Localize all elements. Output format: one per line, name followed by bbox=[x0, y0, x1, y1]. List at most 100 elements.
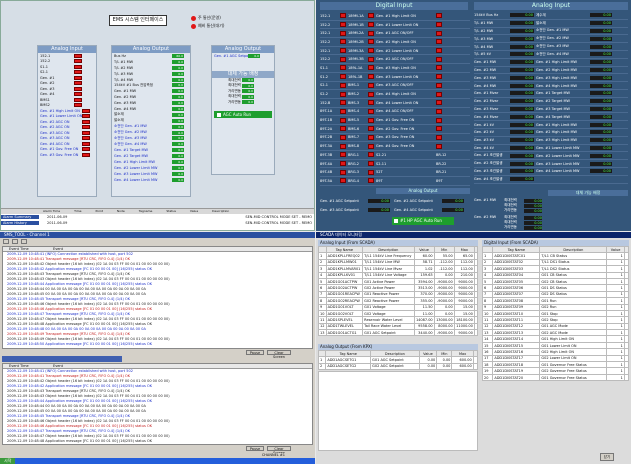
analog-row: Gen. #4 조건발생 0.00 bbox=[474, 176, 628, 184]
ao-value[interactable]: 0.00 bbox=[442, 207, 464, 212]
br-value[interactable]: 0.00 bbox=[524, 220, 542, 225]
clear-screen-button[interactable]: Clear Screen bbox=[267, 350, 291, 359]
status-lamp-icon bbox=[74, 64, 82, 69]
subwindow-title bbox=[2, 356, 122, 362]
q1-input-row: Gen. #3 AGC ON bbox=[38, 130, 96, 136]
alarm-row[interactable]: Alarm History 2011-06-09 SEN-MID CONTROL M… bbox=[1, 220, 314, 226]
row-value: 0.0 bbox=[172, 59, 184, 64]
analog-b: Gen. #1 High Limit MW bbox=[536, 60, 578, 65]
analog-value: 0.00 bbox=[590, 169, 612, 174]
digital-b: BMS-5 bbox=[348, 118, 360, 123]
status-lamp-icon bbox=[436, 39, 442, 45]
digital-extra: BR-21 bbox=[436, 170, 447, 175]
save-icon[interactable] bbox=[12, 239, 18, 244]
row-value: 0.0 bbox=[172, 159, 184, 164]
digital-c: Gen. #4 AGC ON/OFF bbox=[376, 109, 414, 114]
status-lamp-icon bbox=[436, 13, 442, 19]
digital-row: 89T-3B BRG-1 S2-21 BR-12 bbox=[320, 151, 470, 160]
analog-a: Gen. #3 kV bbox=[474, 138, 495, 143]
br-gen: Gen. #1 MW bbox=[474, 198, 497, 202]
analog-b: Gen. #3 Lower Limit MW bbox=[536, 161, 580, 166]
row-value: 0.0 bbox=[172, 65, 184, 70]
digital-extra: 89T bbox=[436, 178, 443, 183]
analog-value: 0.00 bbox=[590, 67, 612, 72]
row-value: 0.0 bbox=[242, 78, 254, 83]
row-value: 0.0 bbox=[242, 100, 254, 105]
table-cell: 0.00 bbox=[418, 362, 438, 371]
row-label: 거리변동 bbox=[228, 88, 241, 93]
ao-value[interactable]: 0.00 bbox=[442, 198, 464, 203]
window-title: SCADA 데이터 모니터링 bbox=[316, 232, 631, 238]
digital-a: 152-1 bbox=[320, 48, 331, 53]
analog-value: 0.00 bbox=[510, 52, 534, 57]
analog-row: Gen. #3 조건발생 0.00 Gen. #4 Lower Limit MW 0.… bbox=[474, 168, 628, 176]
status-lamp-icon bbox=[368, 126, 374, 132]
row-label: Gen. #2 AGC ON bbox=[40, 119, 70, 124]
table-cell: 600.00 bbox=[451, 362, 474, 371]
analog-b: Gen. #4 High Limit MW bbox=[536, 83, 578, 88]
analog-row: T/L #4 MW 0.00 소전단 Gen. #3 MW 0.00 bbox=[474, 43, 628, 51]
row-label: Gen. #2 AGC ON bbox=[40, 125, 70, 130]
status-lamp-icon bbox=[436, 117, 442, 123]
ao-table: Tag Name Description Value Min Max 1 ADD1AGCSE… bbox=[317, 349, 479, 371]
row-label: Gen. #3 bbox=[40, 86, 55, 91]
table-row[interactable]: 20 ADD1DI0STAT20 G01 Governor Free Status 1 bbox=[481, 373, 630, 382]
pause-button[interactable]: Pause bbox=[246, 446, 264, 451]
checkbox-icon[interactable] bbox=[394, 219, 398, 223]
digital-b: BRG-4 bbox=[348, 178, 360, 183]
status-lamp-icon bbox=[436, 91, 442, 97]
analog-value: 0.00 bbox=[590, 130, 612, 135]
digital-b: 189M-1A bbox=[348, 13, 364, 18]
analog-value: 0.00 bbox=[590, 122, 612, 127]
br-value[interactable]: 0.00 bbox=[524, 198, 542, 203]
analog-a: Gen. #2 MW bbox=[474, 67, 497, 72]
digital-c: Gen. #2 AGC ON/OFF bbox=[376, 57, 414, 62]
analog-row: Gen. #2 kV 0.00 Gen. #2 High Limit MW 0.00 bbox=[474, 129, 628, 137]
row-value: 0.0 bbox=[172, 101, 184, 106]
table-row[interactable]: 2 ADD1AGCSETG2 G02 AGC Setpoint 0.00 0.00 600… bbox=[317, 362, 479, 371]
settings-icon[interactable] bbox=[21, 239, 27, 244]
br-value[interactable]: 0.00 bbox=[524, 203, 542, 208]
digital-c: Gen. #4 High Limit ON bbox=[376, 92, 416, 97]
analog-value: 0.00 bbox=[510, 60, 534, 65]
status-lamp-icon bbox=[74, 103, 82, 108]
open-icon[interactable] bbox=[3, 239, 9, 244]
alarm-tab[interactable]: Alarm History bbox=[1, 221, 39, 225]
row-label: Gen. #3 MW bbox=[114, 101, 137, 106]
row-value: 0.0 bbox=[242, 89, 254, 94]
status-lamp-icon bbox=[368, 117, 374, 123]
table-row[interactable]: 13 ADD1G01ACTG1 G01 AGC Setpoint 3440.00 -90… bbox=[318, 329, 479, 337]
ao-value[interactable]: 0.00 bbox=[368, 207, 390, 212]
ao-value[interactable]: 0.00 bbox=[368, 198, 390, 203]
checkbox-icon[interactable] bbox=[217, 112, 221, 117]
status-lamp-icon bbox=[74, 53, 82, 58]
analog-row: Gen. #4 MW 0.00 Gen. #4 High Limit MW 0.00 bbox=[474, 82, 628, 90]
row-value[interactable]: 0.0 bbox=[248, 53, 260, 58]
analog-value: 0.00 bbox=[590, 75, 612, 80]
hp-agc-auto-run-button[interactable]: #1 HP AGC Auto Run bbox=[392, 217, 454, 225]
br-value[interactable]: 0.00 bbox=[524, 208, 542, 213]
br-value[interactable]: 0.00 bbox=[524, 215, 542, 220]
row-label: 최대전력 bbox=[228, 94, 241, 99]
status-lamp-icon bbox=[82, 147, 90, 152]
row-label: 152-2 bbox=[40, 59, 51, 64]
digital-b: 189L-1A bbox=[348, 65, 363, 70]
analog-value: 0.00 bbox=[510, 83, 534, 88]
start-button[interactable]: 시작 bbox=[0, 458, 16, 464]
clear-screen-button[interactable]: Clear Screen bbox=[267, 446, 291, 455]
close-button[interactable]: 닫기 bbox=[600, 453, 614, 461]
pause-button[interactable]: Pause bbox=[246, 350, 264, 355]
digital-row: 152-2 189M-1B Gen. #1 Lower Limit ON bbox=[320, 21, 470, 30]
row-value: 0.0 bbox=[172, 124, 184, 129]
br-value[interactable]: 0.00 bbox=[524, 225, 542, 230]
analog-row: Gen. #1 조건발생 0.00 Gen. #2 Lower Limit MW 0.… bbox=[474, 152, 628, 161]
agc-auto-run-button[interactable]: AGC Auto Run bbox=[214, 111, 272, 118]
analog-value: 0.00 bbox=[590, 44, 612, 49]
row-value: 0.0 bbox=[172, 112, 184, 117]
col-header: Event Time bbox=[9, 247, 29, 251]
alarm-tab[interactable]: Alarm Summary bbox=[1, 215, 39, 219]
indicator-group: 주 통신(운영) 예비 통신(대기) bbox=[191, 15, 224, 29]
analog-value: 0.00 bbox=[510, 114, 534, 119]
analog-value: 0.00 bbox=[510, 177, 534, 182]
row-label: 소전단 Gen. #1 MW bbox=[114, 124, 147, 129]
